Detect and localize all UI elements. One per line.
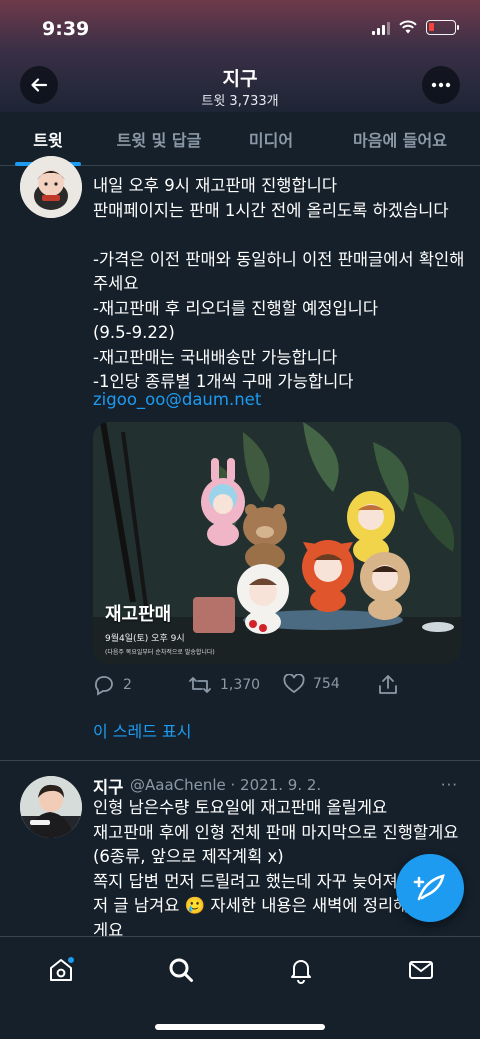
status-time: 9:39 [42, 18, 90, 40]
nav-messages[interactable] [406, 955, 436, 985]
retweet-count: 1,370 [220, 677, 261, 693]
battery-icon [426, 20, 459, 35]
profile-name: 지구 [222, 68, 258, 90]
more-button[interactable] [422, 66, 460, 104]
reply-button[interactable]: 2 [93, 674, 132, 696]
messages-icon [409, 961, 433, 979]
tweet-more-button[interactable]: ··· [441, 776, 458, 794]
profile-tabs: 트윗 트윗 및 답글 미디어 마음에 들어요 [0, 112, 480, 166]
plush-dolls-photo [93, 422, 461, 664]
image-title: 재고판매 [105, 604, 172, 625]
tweet-text: 내일 오후 9시 재고판매 진행합니다 판매페이지는 판매 1시간 전에 올리도… [93, 176, 465, 391]
tweet-actions: 2 1,370 754 [93, 674, 413, 698]
profile-header: 9:39 지구 트윗 3,733개 [0, 0, 480, 112]
status-icons [372, 20, 459, 35]
tweet-count: 트윗 3,733개 [201, 94, 279, 109]
retweet-icon [189, 677, 211, 693]
tweet-author-handle[interactable]: @AaaChenle · 2021. 9. 2. [130, 776, 321, 794]
like-count: 754 [313, 676, 340, 692]
tweet-author-name[interactable]: 지구 [93, 774, 123, 798]
retweet-button[interactable]: 1,370 [188, 674, 260, 696]
home-indicator [155, 1024, 325, 1030]
email-link[interactable]: zigoo_oo@daum.net [93, 390, 261, 409]
compose-icon [413, 874, 445, 901]
divider [0, 760, 480, 761]
like-icon [283, 674, 305, 694]
show-thread-link[interactable]: 이 스레드 표시 [93, 718, 192, 742]
image-date: 9월4일(토) 오후 9시 [105, 634, 185, 644]
more-icon [431, 82, 451, 88]
nav-notifications[interactable] [286, 955, 316, 985]
compose-tweet-button[interactable] [396, 854, 464, 922]
avatar-image [20, 776, 82, 838]
tab-tweets-replies[interactable]: 트윗 및 답글 [96, 112, 222, 166]
tab-likes[interactable]: 마음에 들어요 [320, 112, 480, 166]
share-icon [379, 675, 397, 694]
search-icon [169, 958, 193, 982]
nav-home[interactable] [46, 955, 76, 985]
avatar[interactable] [20, 776, 82, 838]
tab-media[interactable]: 미디어 [222, 112, 320, 166]
signal-icon [372, 21, 390, 35]
reply-icon [95, 676, 113, 696]
reply-count: 2 [123, 677, 132, 693]
avatar-image [20, 156, 82, 218]
notifications-icon [291, 960, 311, 984]
bottom-navigation [0, 936, 480, 1039]
clipped-tweet-header: ────── ─ ────────── [93, 160, 256, 168]
nav-search[interactable] [166, 955, 196, 985]
image-note: (다음주 목요일부터 순차적으로 발송합니다) [105, 649, 215, 656]
tweet-image[interactable]: 재고판매 9월4일(토) 오후 9시 (다음주 목요일부터 순차적으로 발송합니… [93, 422, 461, 664]
avatar[interactable] [20, 156, 82, 218]
share-button[interactable] [377, 674, 399, 696]
home-icon [50, 957, 74, 981]
wifi-icon [399, 20, 417, 34]
like-button[interactable]: 754 [283, 674, 340, 694]
